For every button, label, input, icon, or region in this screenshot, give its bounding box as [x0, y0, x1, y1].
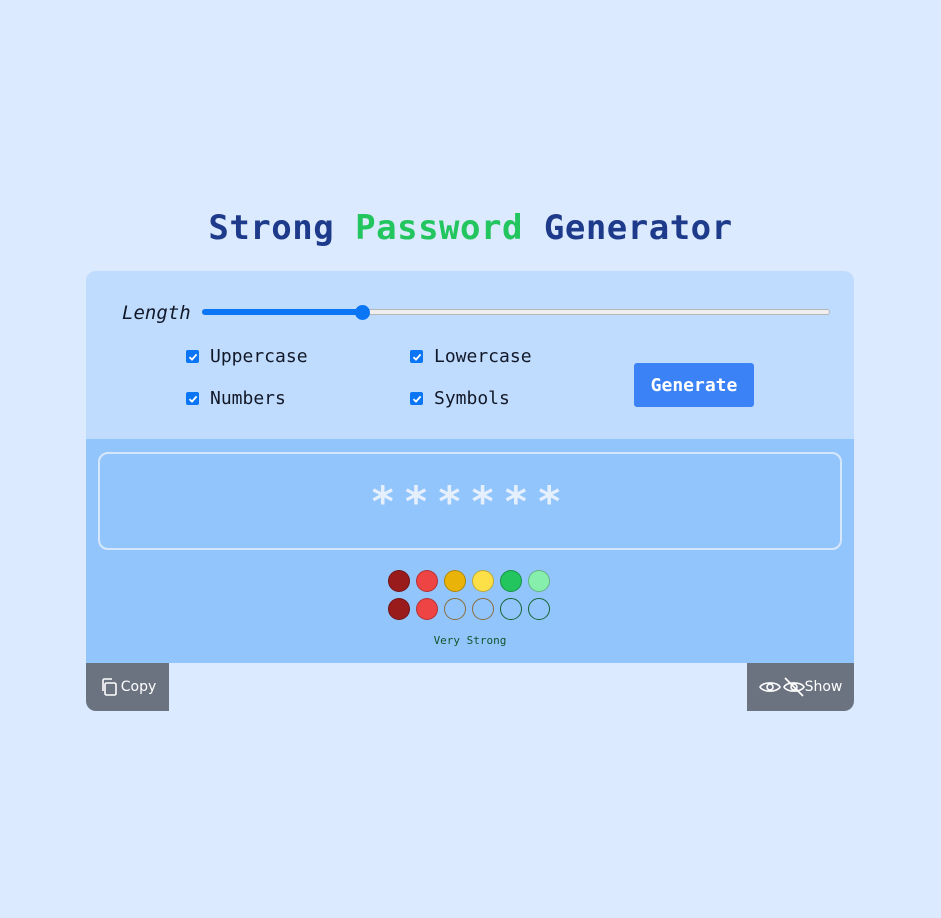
copy-button[interactable]: Copy: [86, 663, 169, 711]
settings-panel: Length Uppercase Lowercase Numbers Symbo…: [86, 271, 854, 439]
generator-card: Length Uppercase Lowercase Numbers Symbo…: [86, 271, 854, 711]
strength-dot: [500, 598, 522, 620]
strength-dot: [388, 598, 410, 620]
copy-label: Copy: [120, 679, 157, 695]
copy-icon: [99, 677, 119, 697]
show-button[interactable]: Show: [747, 663, 854, 711]
password-display[interactable]: ******: [98, 452, 842, 550]
title-part-generator: Generator: [522, 208, 733, 248]
eye-icon: [758, 679, 781, 695]
symbols-checkbox[interactable]: [410, 392, 423, 405]
length-label: Length: [122, 302, 191, 324]
strength-dot: [416, 570, 438, 592]
show-label: Show: [804, 679, 843, 695]
strength-dot: [500, 570, 522, 592]
option-symbols[interactable]: Symbols: [410, 388, 510, 409]
check-icon: [188, 353, 197, 361]
option-lowercase[interactable]: Lowercase: [410, 346, 532, 367]
strength-dot: [388, 570, 410, 592]
slider-thumb[interactable]: [355, 305, 370, 320]
lowercase-checkbox[interactable]: [410, 350, 423, 363]
check-icon: [188, 395, 197, 403]
strength-dot: [472, 598, 494, 620]
generate-button[interactable]: Generate: [634, 363, 754, 407]
numbers-checkbox[interactable]: [186, 392, 199, 405]
option-numbers[interactable]: Numbers: [186, 388, 286, 409]
check-icon: [412, 395, 421, 403]
symbols-label: Symbols: [434, 388, 510, 409]
title-part-strong: Strong: [208, 208, 356, 248]
title-part-password: Password: [355, 208, 523, 248]
strength-dot: [528, 570, 550, 592]
uppercase-checkbox[interactable]: [186, 350, 199, 363]
strength-dot: [472, 570, 494, 592]
slider-fill: [202, 309, 362, 315]
strength-dot: [444, 570, 466, 592]
eye-off-icon: [782, 676, 805, 698]
strength-dot: [416, 598, 438, 620]
strength-label: Very Strong: [433, 634, 507, 647]
option-uppercase[interactable]: Uppercase: [186, 346, 308, 367]
length-slider[interactable]: [202, 305, 830, 320]
page-title: Strong Password Generator: [0, 208, 941, 248]
uppercase-label: Uppercase: [210, 346, 308, 367]
output-panel: ****** Very Strong: [86, 439, 854, 663]
strength-dot: [528, 598, 550, 620]
lowercase-label: Lowercase: [434, 346, 532, 367]
numbers-label: Numbers: [210, 388, 286, 409]
check-icon: [412, 353, 421, 361]
strength-dot: [444, 598, 466, 620]
